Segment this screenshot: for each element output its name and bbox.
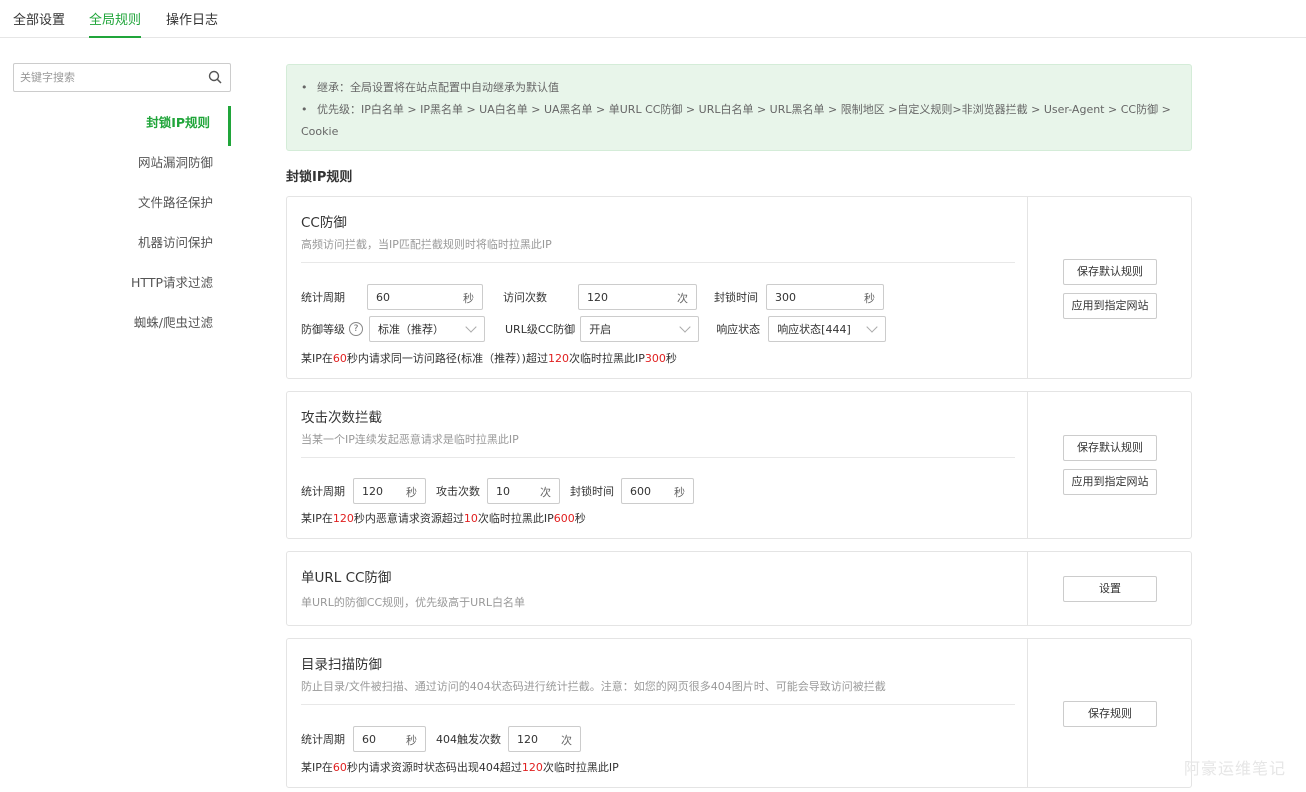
- count-input[interactable]: 120 次: [578, 284, 697, 310]
- divider: [301, 262, 1015, 263]
- response-status-label: 响应状态: [716, 323, 761, 336]
- cc-row-2: 防御等级 ? 标准（推荐） URL级CC防御 开启 响应状态 响应状态[444]: [301, 316, 887, 342]
- search-box: [13, 63, 231, 92]
- block-time-label: 封锁时间: [570, 485, 614, 498]
- card-description: 防止目录/文件被扫描、通过访问的404状态码进行统计拦截。注意：如您的网页很多4…: [301, 680, 886, 693]
- level-label: 防御等级: [301, 323, 345, 336]
- cc-defense-card: CC防御 高频访问拦截，当IP匹配拦截规则时将临时拉黑此IP 统计周期 60 秒 …: [286, 196, 1192, 379]
- section-title: 封锁IP规则: [286, 170, 353, 185]
- notice-priority: 优先级：IP白名单 > IP黑名单 > UA白名单 > UA黑名单 > 单URL…: [317, 103, 1171, 116]
- divider: [301, 457, 1015, 458]
- period-label: 统计周期: [301, 733, 345, 746]
- single-url-cc-card: 单URL CC防御 单URL的防御CC规则，优先级高于URL白名单 设置: [286, 551, 1192, 626]
- level-select[interactable]: 标准（推荐）: [369, 316, 485, 342]
- card-title: 单URL CC防御: [301, 570, 392, 586]
- block-time-input[interactable]: 600 秒: [621, 478, 694, 504]
- apply-to-site-button[interactable]: 应用到指定网站: [1063, 469, 1157, 495]
- sidebar-item-bot-protection[interactable]: 机器访问保护: [0, 226, 231, 266]
- period-input[interactable]: 120 秒: [353, 478, 426, 504]
- cc-summary: 某IP在60秒内请求同一访问路径(标准（推荐）)超过120次临时拉黑此IP300…: [301, 352, 677, 365]
- count-label: 访问次数: [503, 291, 547, 304]
- card-description: 当某一个IP连续发起恶意请求是临时拉黑此IP: [301, 433, 519, 446]
- trigger-count-label: 404触发次数: [436, 733, 501, 746]
- period-input[interactable]: 60 秒: [353, 726, 426, 752]
- apply-to-site-button[interactable]: 应用到指定网站: [1063, 293, 1157, 319]
- bullet-icon: •: [301, 103, 308, 116]
- attack-row: 统计周期 120 秒 攻击次数 10 次 封锁时间 600 秒: [301, 478, 694, 504]
- attack-count-card: 攻击次数拦截 当某一个IP连续发起恶意请求是临时拉黑此IP 统计周期 120 秒 …: [286, 391, 1192, 539]
- save-rule-button[interactable]: 保存规则: [1063, 701, 1157, 727]
- cc-row-1: 统计周期 60 秒 访问次数 120 次 封锁时间 300 秒: [301, 284, 884, 310]
- bullet-icon: •: [301, 81, 308, 94]
- sidebar-item-block-ip-rules[interactable]: 封锁IP规则: [0, 106, 231, 146]
- period-label: 统计周期: [301, 291, 345, 304]
- help-icon[interactable]: ?: [349, 322, 363, 336]
- sidebar-item-vulnerability-defense[interactable]: 网站漏洞防御: [0, 146, 231, 186]
- response-status-select[interactable]: 响应状态[444]: [768, 316, 887, 342]
- trigger-count-input[interactable]: 120 次: [508, 726, 581, 752]
- notice-priority-cont: Cookie: [301, 125, 339, 138]
- chevron-down-icon: [866, 321, 878, 333]
- save-default-rule-button[interactable]: 保存默认规则: [1063, 435, 1157, 461]
- scan-summary: 某IP在60秒内请求资源时状态码出现404超过120次临时拉黑此IP: [301, 761, 619, 774]
- notice-box: • 继承：全局设置将在站点配置中自动继承为默认值 • 优先级：IP白名单 > IP黑…: [286, 64, 1192, 151]
- card-title: 目录扫描防御: [301, 657, 382, 673]
- period-input[interactable]: 60 秒: [367, 284, 483, 310]
- card-description: 单URL的防御CC规则，优先级高于URL白名单: [301, 596, 526, 609]
- attack-count-label: 攻击次数: [436, 485, 480, 498]
- sidebar-item-spider-filter[interactable]: 蜘蛛/爬虫过滤: [0, 306, 231, 346]
- sidebar-item-file-path-protection[interactable]: 文件路径保护: [0, 186, 231, 226]
- top-tabs: 全部设置 全局规则 操作日志: [0, 0, 1306, 38]
- settings-button[interactable]: 设置: [1063, 576, 1157, 602]
- block-time-label: 封锁时间: [714, 291, 758, 304]
- card-description: 高频访问拦截，当IP匹配拦截规则时将临时拉黑此IP: [301, 238, 552, 251]
- notice-inherit: 继承：全局设置将在站点配置中自动继承为默认值: [317, 81, 559, 94]
- tab-all-settings[interactable]: 全部设置: [13, 9, 65, 38]
- directory-scan-card: 目录扫描防御 防止目录/文件被扫描、通过访问的404状态码进行统计拦截。注意：如…: [286, 638, 1192, 788]
- tab-operation-log[interactable]: 操作日志: [166, 9, 218, 38]
- watermark: 阿豪运维笔记: [1183, 759, 1286, 778]
- period-label: 统计周期: [301, 485, 345, 498]
- url-cc-select[interactable]: 开启: [580, 316, 700, 342]
- chevron-down-icon: [465, 321, 477, 333]
- divider: [301, 704, 1015, 705]
- search-input[interactable]: [14, 64, 194, 91]
- tab-global-rules[interactable]: 全局规则: [89, 9, 142, 38]
- scan-row: 统计周期 60 秒 404触发次数 120 次: [301, 726, 581, 752]
- url-cc-label: URL级CC防御: [505, 323, 576, 336]
- sidebar-item-http-filter[interactable]: HTTP请求过滤: [0, 266, 231, 306]
- card-title: CC防御: [301, 215, 347, 231]
- attack-count-input[interactable]: 10 次: [487, 478, 560, 504]
- sidebar-nav: 封锁IP规则 网站漏洞防御 文件路径保护 机器访问保护 HTTP请求过滤 蜘蛛/…: [0, 106, 231, 346]
- chevron-down-icon: [679, 321, 691, 333]
- search-icon[interactable]: [208, 70, 222, 84]
- block-time-input[interactable]: 300 秒: [766, 284, 884, 310]
- attack-summary: 某IP在120秒内恶意请求资源超过10次临时拉黑此IP600秒: [301, 512, 586, 525]
- save-default-rule-button[interactable]: 保存默认规则: [1063, 259, 1157, 285]
- card-title: 攻击次数拦截: [301, 410, 382, 426]
